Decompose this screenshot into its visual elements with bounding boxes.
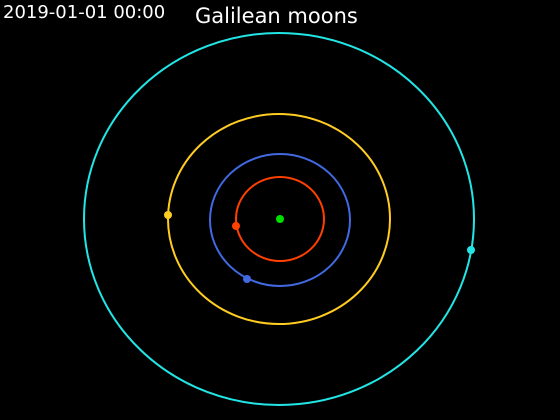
ganymede-marker [164,211,172,219]
callisto-marker [467,246,475,254]
orbit-diagram [83,32,475,406]
io-marker [232,222,240,230]
jupiter-marker [276,215,284,223]
orbit-animation-frame: 2019-01-01 00:00 Galilean moons [0,0,560,420]
europa-marker [243,275,251,283]
